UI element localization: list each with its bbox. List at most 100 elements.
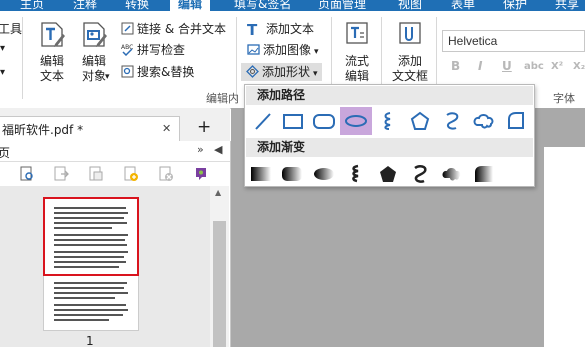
gradient-cloud-button[interactable] [438, 162, 466, 186]
scroll-up-arrow-icon[interactable]: ▲ [215, 188, 221, 197]
add-text-button[interactable]: T 添加文本 [247, 20, 315, 39]
ellipse-shape-button[interactable] [340, 107, 372, 135]
thumbnail-area: 1 [0, 186, 210, 348]
page-zoom-icon[interactable] [19, 166, 35, 182]
line-shape-button[interactable] [247, 107, 279, 135]
new-tab-button[interactable]: + [197, 117, 211, 137]
font-name-field[interactable]: Helvetica [442, 30, 585, 52]
add-shape-dropdown: 添加路径 添加渐变 [244, 84, 535, 187]
gradient-rect-button[interactable] [247, 162, 275, 186]
link-merge-text-button[interactable]: 链接 & 合并文本 [121, 20, 226, 38]
tab-fill-sign[interactable]: 填写&签名 [234, 0, 291, 11]
tab-page-management[interactable]: 页面管理 [318, 0, 366, 11]
squiggle-icon [384, 112, 391, 130]
document-tab-title: 福昕软件.pdf * [2, 123, 84, 137]
add-image-button[interactable]: 添加图像 ▾ [247, 41, 319, 59]
spell-check-icon: ABC [121, 44, 133, 56]
ribbon-divider [236, 17, 237, 99]
gradient-s-curve-icon [414, 165, 427, 183]
strikethrough-button[interactable]: abc [524, 61, 544, 72]
tab-edit[interactable]: 编辑 [170, 0, 211, 11]
dropdown-arrow-icon: ▾ [0, 67, 6, 78]
rectangle-icon [283, 114, 303, 129]
flow-edit-icon [346, 22, 368, 44]
s-curve-icon [446, 112, 459, 130]
corner-shape-button[interactable] [500, 107, 532, 135]
dropdown-arrow-icon: ▾ [313, 69, 318, 79]
collapse-double-arrow-icon[interactable]: » [197, 143, 204, 156]
close-icon[interactable]: ✕ [162, 122, 171, 135]
pentagon-shape-button[interactable] [404, 107, 436, 135]
extract-page-icon[interactable] [53, 166, 69, 182]
search-replace-button[interactable]: 搜索&替换 [121, 63, 194, 81]
tab-home[interactable]: 主页 [20, 0, 44, 11]
gradient-corner-button[interactable] [470, 162, 498, 186]
panel-toolbar [0, 162, 230, 186]
add-shape-button[interactable]: 添加形状 ▾ [241, 63, 322, 81]
search-replace-label: 搜索&替换 [137, 65, 195, 79]
italic-button[interactable]: I [478, 59, 482, 73]
edit-text-button[interactable]: 编辑 文本 [34, 19, 70, 99]
edit-text-label: 编辑 文本 [39, 54, 64, 83]
gradient-ellipse-button[interactable] [310, 162, 338, 186]
replace-page-icon[interactable] [88, 166, 104, 182]
tools-label-cut[interactable]: 工具 [0, 20, 22, 38]
edit-object-icon [83, 22, 107, 47]
gradient-rounded-button[interactable] [278, 162, 306, 186]
page-properties-icon[interactable] [193, 166, 209, 182]
cloud-shape-button[interactable] [468, 107, 500, 135]
tab-convert[interactable]: 转换 [125, 0, 149, 11]
group-label-font: 字体 [553, 92, 575, 105]
s-curve-shape-button[interactable] [436, 107, 468, 135]
page-number-label: 1 [86, 334, 94, 348]
add-image-label: 添加图像 [263, 43, 312, 57]
tab-protect[interactable]: 保护 [503, 0, 527, 11]
add-text-label: 添加文本 [266, 22, 315, 36]
gradient-pentagon-button[interactable] [374, 162, 402, 186]
dropdown-arrow-icon: ▾ [314, 47, 319, 57]
gradient-cloud-icon [442, 168, 461, 181]
panel-title: 页 [0, 146, 11, 160]
underline-button[interactable]: U [502, 59, 512, 73]
flow-edit-label: 流式 编辑 [344, 54, 369, 83]
edit-object-button[interactable]: 编辑 对象 ▾ [74, 19, 114, 99]
ribbon-tab-bar: 主页 注释 转换 编辑 填写&签名 页面管理 视图 表单 保护 共享 [0, 0, 585, 11]
insert-page-icon[interactable] [123, 166, 139, 182]
visible-area-indicator[interactable] [43, 197, 139, 276]
rectangle-shape-button[interactable] [277, 107, 309, 135]
shapes-icon [246, 65, 259, 78]
ribbon-divider [22, 17, 23, 99]
section-add-path: 添加路径 [246, 86, 533, 105]
spell-check-button[interactable]: ABC 拼写检查 [121, 41, 185, 59]
gradient-squiggle-button[interactable] [342, 162, 370, 186]
tab-view[interactable]: 视图 [398, 0, 422, 11]
document-page[interactable] [544, 147, 585, 347]
gradient-s-curve-button[interactable] [406, 162, 434, 186]
link-merge-text-label: 链接 & 合并文本 [137, 22, 226, 36]
collapse-panel-arrow-icon[interactable]: ◀ [214, 143, 222, 156]
line-icon [255, 113, 271, 130]
text-t-icon: T [247, 21, 258, 39]
image-icon [247, 44, 260, 55]
delete-page-icon[interactable] [158, 166, 174, 182]
tab-share[interactable]: 共享 [555, 0, 579, 11]
vertical-scrollbar[interactable]: ▲ [210, 186, 229, 347]
pentagon-icon [410, 111, 430, 130]
gradient-corner-icon [475, 166, 493, 182]
tab-form[interactable]: 表单 [451, 0, 475, 11]
dropdown-arrow-icon: ▾ [105, 72, 110, 82]
gradient-squiggle-icon [352, 164, 359, 183]
subscript-button[interactable]: X₂ [573, 61, 585, 72]
scrollbar-thumb[interactable] [213, 221, 226, 347]
tab-comment[interactable]: 注释 [73, 0, 97, 11]
cloud-icon [473, 114, 494, 129]
bold-button[interactable]: B [451, 59, 460, 73]
page-thumbnail[interactable] [43, 197, 139, 331]
superscript-button[interactable]: X² [551, 61, 563, 72]
rounded-rect-shape-button[interactable] [308, 107, 340, 135]
add-shape-label: 添加形状 [262, 65, 311, 79]
document-tab[interactable]: 福昕软件.pdf * ✕ [0, 116, 180, 141]
link-icon [121, 22, 134, 35]
add-textbox-icon [399, 22, 421, 44]
squiggle-shape-button[interactable] [372, 107, 404, 135]
